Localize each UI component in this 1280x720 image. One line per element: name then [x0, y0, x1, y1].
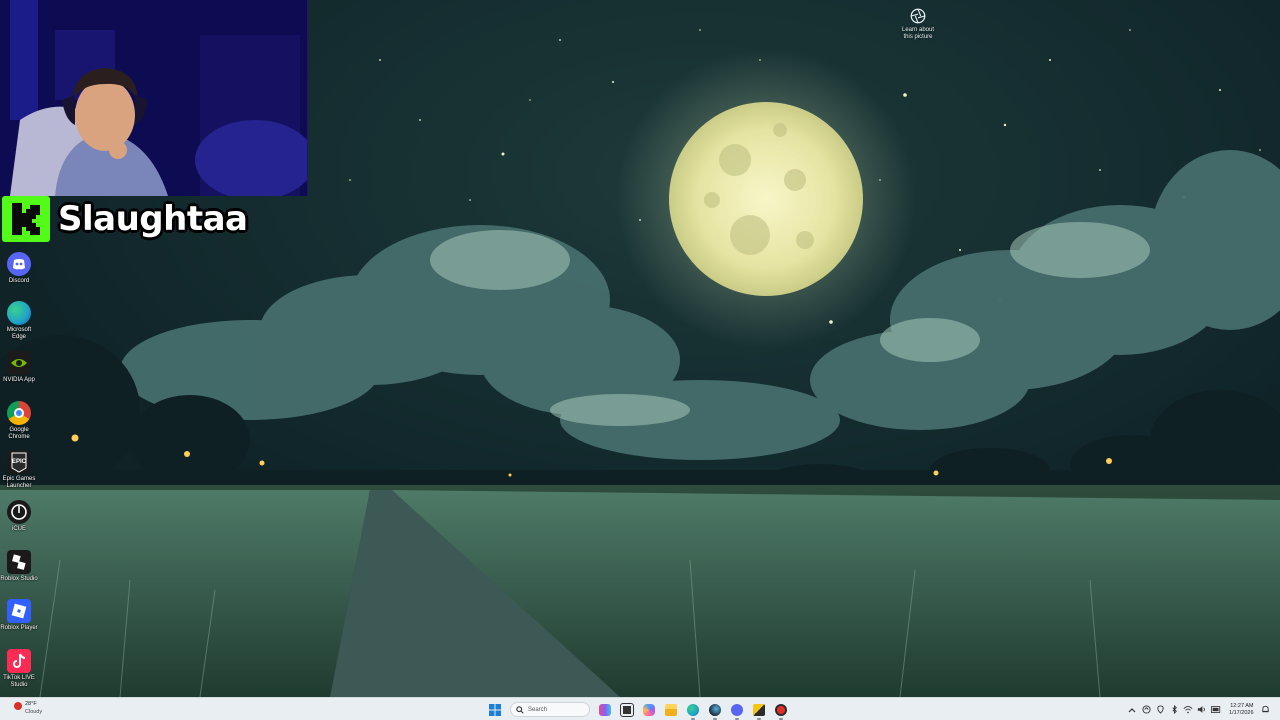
- desktop-icon-nvidia-app[interactable]: NVIDIA App: [0, 351, 38, 384]
- streamer-tag: Slaughtaa: [2, 196, 248, 242]
- running-indicator: [757, 718, 761, 720]
- taskbar-task-view[interactable]: [616, 699, 638, 720]
- svg-text:EPIC: EPIC: [12, 459, 27, 465]
- taskbar-steam[interactable]: [704, 699, 726, 720]
- discord-icon: [731, 703, 743, 716]
- taskbar-center: Search: [484, 698, 792, 720]
- desktop-icon-tiktok-live-studio[interactable]: TikTok LIVE Studio: [0, 649, 38, 689]
- icue-icon: [7, 500, 31, 524]
- desktop-icon-google-chrome[interactable]: Google Chrome: [0, 401, 38, 441]
- task-view-icon: [620, 702, 634, 717]
- desktop[interactable]: Learn about this picture Slaughtaa Disco…: [0, 0, 1280, 697]
- speaker-icon: [1197, 706, 1205, 713]
- taskbar-file-explorer[interactable]: [660, 699, 682, 720]
- steam-icon: [709, 703, 721, 716]
- desktop-icon-label: NVIDIA App: [3, 377, 35, 383]
- desktop-icon-icue[interactable]: iCUE: [0, 500, 38, 533]
- winamp-icon: [753, 703, 765, 716]
- running-indicator: [691, 718, 695, 720]
- webcam-feed: [0, 0, 307, 196]
- running-indicator: [713, 718, 717, 720]
- learn-label-line1: Learn about: [901, 27, 935, 33]
- tray-volume[interactable]: [1197, 704, 1208, 715]
- taskbar-copilot[interactable]: [638, 699, 660, 720]
- taskbar-search[interactable]: Search: [510, 702, 590, 717]
- edge-icon: [687, 703, 699, 716]
- webcam-overlay: [0, 0, 308, 196]
- weather-condition: Cloudy: [25, 709, 43, 715]
- taskbar-widgets[interactable]: [594, 699, 616, 720]
- desktop-icon-label: Roblox Player: [0, 625, 38, 631]
- bell-icon: [1261, 705, 1269, 713]
- learn-about-picture-button[interactable]: Learn about this picture: [896, 7, 940, 41]
- moon: [669, 102, 863, 296]
- desktop-icon-label: iCUE: [11, 526, 26, 532]
- cloud-sync-icon: [1141, 705, 1151, 714]
- tray-network[interactable]: [1183, 704, 1194, 715]
- kick-icon: [12, 203, 40, 235]
- desktop-icon-epic-games-launcher[interactable]: EPIC Epic Games Launcher: [0, 450, 38, 490]
- roblox-studio-icon: [7, 550, 31, 574]
- tray-app-2[interactable]: [1155, 704, 1166, 715]
- learn-label-line2: this picture: [903, 34, 933, 40]
- clock-time: 12:27 AM: [1230, 702, 1254, 709]
- desktop-icon-roblox-studio[interactable]: Roblox Studio: [0, 550, 38, 583]
- notifications-button[interactable]: [1260, 704, 1271, 715]
- edge-icon: [7, 301, 31, 325]
- tray-app-1[interactable]: [1141, 704, 1152, 715]
- taskbar-clock[interactable]: 12:27 AM 1/17/2026: [1229, 703, 1253, 717]
- desktop-icon-label: Google Chrome: [8, 427, 30, 440]
- taskbar-winamp[interactable]: [748, 699, 770, 720]
- record-app-icon: [775, 703, 787, 716]
- roblox-player-icon: [7, 599, 31, 623]
- kick-logo: [2, 196, 50, 242]
- desktop-icon-microsoft-edge[interactable]: Microsoft Edge: [0, 301, 38, 341]
- clock-date: 1/17/2026: [1229, 709, 1254, 716]
- tray-overflow-button[interactable]: [1127, 704, 1138, 715]
- desktop-icon-roblox-player[interactable]: Roblox Player: [0, 599, 38, 632]
- nvidia-icon: [7, 351, 31, 375]
- bluetooth-icon: [1171, 705, 1177, 714]
- epic-games-icon: EPIC: [7, 450, 31, 474]
- chevron-up-icon: [1128, 707, 1136, 712]
- wifi-icon: [1183, 706, 1193, 714]
- tray-app-3[interactable]: [1169, 704, 1180, 715]
- file-explorer-icon: [665, 703, 677, 716]
- tiktok-icon: [7, 649, 31, 673]
- taskbar-record-app[interactable]: [770, 699, 792, 720]
- desktop-icon-label: Discord: [8, 278, 30, 284]
- system-tray: 12:27 AM 1/17/2026: [1125, 698, 1272, 720]
- search-icon: [516, 705, 524, 714]
- widgets-icon: [599, 703, 611, 716]
- battery-icon: [1211, 706, 1221, 713]
- discord-icon: [7, 252, 31, 276]
- desktop-icon-label: Microsoft Edge: [6, 327, 32, 340]
- taskbar-edge[interactable]: [682, 699, 704, 720]
- chrome-icon: [7, 401, 31, 425]
- start-button[interactable]: [484, 699, 506, 720]
- running-indicator: [735, 718, 739, 720]
- desktop-icon-label: Epic Games Launcher: [2, 476, 36, 489]
- desktop-icon-discord[interactable]: Discord: [0, 252, 38, 285]
- tray-battery[interactable]: [1211, 704, 1222, 715]
- taskbar: 28°F Cloudy Search 12:27 AM 1/17/2026: [0, 697, 1280, 720]
- taskbar-discord[interactable]: [726, 699, 748, 720]
- windows-icon: [489, 703, 501, 716]
- running-indicator: [779, 718, 783, 720]
- search-label: Search: [528, 706, 548, 713]
- streamer-name: Slaughtaa: [58, 199, 248, 239]
- weather-temp: 28°F: [25, 701, 37, 707]
- weather-widget[interactable]: 28°F Cloudy: [10, 700, 70, 719]
- copilot-icon: [643, 703, 655, 716]
- camera-aperture-icon: [910, 8, 926, 24]
- desktop-icon-label: Roblox Studio: [0, 576, 38, 582]
- desktop-icon-label: TikTok LIVE Studio: [3, 675, 35, 688]
- location-icon: [1156, 705, 1164, 714]
- weather-alert-icon: [14, 702, 22, 710]
